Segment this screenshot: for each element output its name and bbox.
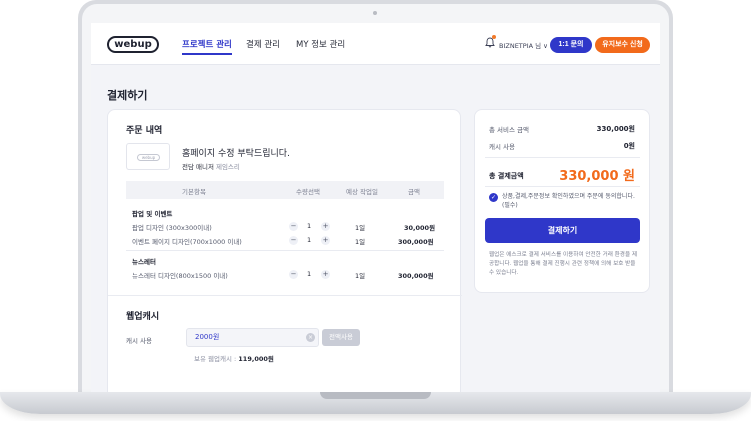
total-payment-value: 330,000 원 bbox=[559, 169, 635, 184]
nav-payment-management[interactable]: 결제 관리 bbox=[246, 38, 280, 50]
section-divider bbox=[108, 295, 462, 296]
owned-cash-label: 보유 웹업캐시 : bbox=[194, 355, 237, 363]
notification-dot bbox=[492, 35, 496, 39]
owned-cash-value: 119,000원 bbox=[238, 355, 274, 363]
maintenance-request-button[interactable]: 유지보수 신청 bbox=[595, 37, 650, 53]
qty-plus-button[interactable]: + bbox=[321, 222, 330, 231]
payment-summary-card: 총 서비스 금액 330,000원 캐시 사용 0원 총 결제금액 330,00… bbox=[474, 109, 650, 293]
service-total-value: 330,000원 bbox=[596, 125, 635, 133]
item-amount: 300,000원 bbox=[398, 238, 434, 246]
col-item: 기본항목 bbox=[182, 188, 206, 196]
use-all-cash-button[interactable]: 전액사용 bbox=[322, 329, 360, 346]
col-days: 예상 작업일 bbox=[346, 188, 378, 196]
item-name: 뉴스레터 디자인(800x1500 이내) bbox=[132, 272, 228, 280]
laptop-notch bbox=[320, 392, 431, 399]
qty-value: 1 bbox=[307, 222, 312, 230]
item-days: 1일 bbox=[355, 224, 366, 232]
item-name: 팝업 디자인 (300x300이내) bbox=[132, 224, 212, 232]
total-payment-label: 총 결제금액 bbox=[489, 172, 524, 180]
screen: webup 프로젝트 관리 결제 관리 MY 정보 관리 BIZNETPIA 님… bbox=[91, 23, 660, 392]
order-section-title: 주문 내역 bbox=[126, 126, 163, 136]
manager-label: 전담 매니저 bbox=[182, 163, 214, 171]
qty-minus-button[interactable]: − bbox=[289, 222, 298, 231]
qty-value: 1 bbox=[307, 270, 312, 278]
thumbnail-logo: webup bbox=[137, 154, 160, 161]
camera-icon bbox=[373, 11, 377, 15]
cash-amount-input[interactable]: 2000원 bbox=[186, 328, 319, 347]
order-table-header: 기본항목 수량선택 예상 작업일 금액 bbox=[126, 181, 444, 199]
product-thumbnail: webup bbox=[126, 143, 170, 170]
nav-my-info[interactable]: MY 정보 관리 bbox=[296, 38, 345, 50]
agree-text: 상품,결제,주문정보 확인하였으며 주문에 동의합니다.(필수) bbox=[502, 193, 635, 209]
page-title: 결제하기 bbox=[107, 89, 148, 102]
laptop-mockup: webup 프로젝트 관리 결제 관리 MY 정보 관리 BIZNETPIA 님… bbox=[0, 0, 751, 421]
divider bbox=[126, 250, 444, 251]
summary-divider bbox=[485, 157, 640, 158]
order-card: 주문 내역 webup 홈페이지 수정 부탁드립니다. 전담 매니저 제임스리 기… bbox=[107, 109, 462, 392]
item-days: 1일 bbox=[355, 238, 366, 246]
qty-value: 1 bbox=[307, 236, 312, 244]
manager-name: 제임스리 bbox=[215, 163, 240, 171]
qty-plus-button[interactable]: + bbox=[321, 236, 330, 245]
clear-input-icon[interactable]: × bbox=[306, 333, 315, 342]
service-total-label: 총 서비스 금액 bbox=[489, 126, 530, 134]
top-header: webup 프로젝트 관리 결제 관리 MY 정보 관리 BIZNETPIA 님… bbox=[91, 23, 660, 65]
item-name: 이벤트 페이지 디자인(700x1000 이내) bbox=[132, 238, 242, 246]
summary-divider bbox=[485, 186, 640, 187]
product-name: 홈페이지 수정 부탁드립니다. bbox=[182, 149, 290, 159]
escrow-notice: 웹업은 에스크로 결제 서비스를 이용하여 안전한 거래 환경을 제공합니다. … bbox=[489, 252, 638, 276]
agree-checkbox[interactable]: ✓ bbox=[489, 193, 498, 202]
manager-info: 전담 매니저 제임스리 bbox=[182, 161, 240, 171]
item-days: 1일 bbox=[355, 272, 366, 280]
group-popup-event: 팝업 및 이벤트 bbox=[132, 210, 173, 218]
cash-use-summary-value: 0원 bbox=[623, 142, 635, 150]
col-amount: 금액 bbox=[408, 188, 420, 196]
qty-minus-button[interactable]: − bbox=[289, 236, 298, 245]
qty-minus-button[interactable]: − bbox=[289, 270, 298, 279]
col-qty: 수량선택 bbox=[296, 188, 320, 196]
cash-use-summary-label: 캐시 사용 bbox=[489, 143, 515, 151]
pay-button[interactable]: 결제하기 bbox=[485, 218, 640, 243]
cash-section-title: 웹업캐시 bbox=[126, 312, 160, 322]
inquiry-button[interactable]: 1:1 문의 bbox=[550, 37, 592, 53]
webup-logo[interactable]: webup bbox=[107, 36, 159, 53]
user-menu[interactable]: BIZNETPIA 님 ∨ bbox=[499, 40, 548, 50]
item-amount: 300,000원 bbox=[398, 272, 434, 280]
cash-use-label: 캐시 사용 bbox=[126, 337, 152, 345]
item-amount: 30,000원 bbox=[404, 224, 436, 232]
nav-project-management[interactable]: 프로젝트 관리 bbox=[182, 38, 232, 55]
qty-plus-button[interactable]: + bbox=[321, 270, 330, 279]
group-newsletter: 뉴스레터 bbox=[132, 258, 156, 266]
owned-cash: 보유 웹업캐시 : 119,000원 bbox=[194, 353, 274, 363]
